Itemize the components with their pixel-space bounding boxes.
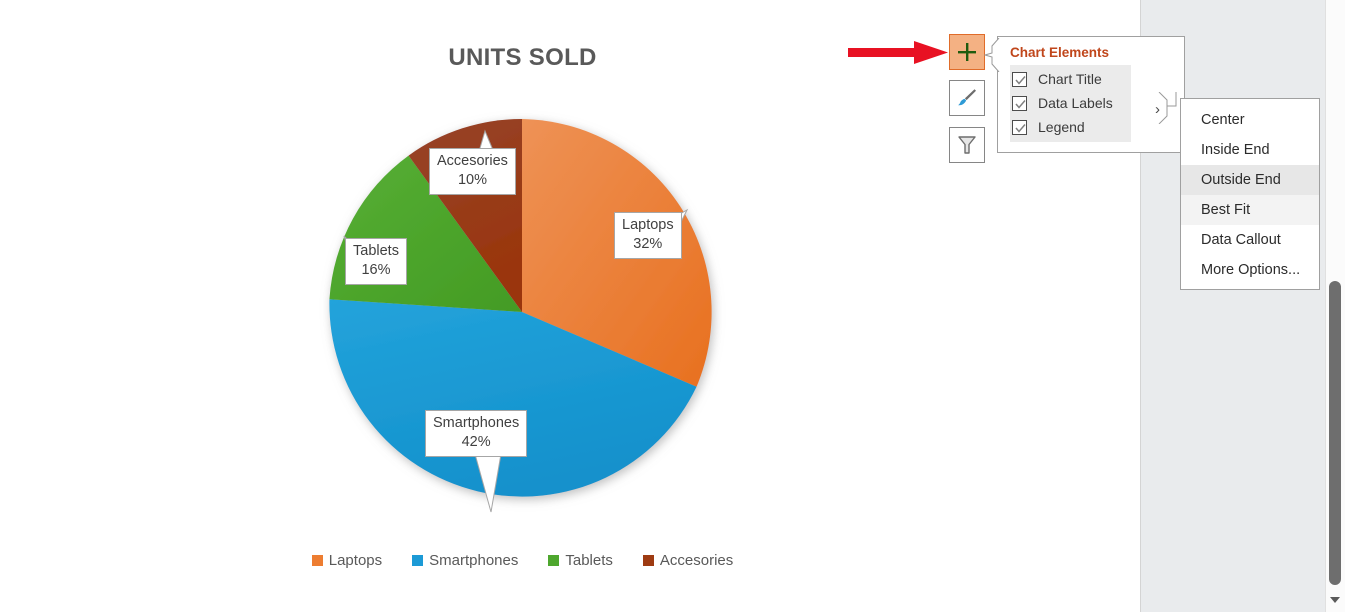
- checkbox-chart-title[interactable]: [1012, 71, 1027, 87]
- data-label-smartphones[interactable]: Smartphones 42%: [425, 410, 528, 458]
- panel-connector-notch: [984, 38, 1000, 72]
- chart-filters-button[interactable]: [949, 127, 985, 163]
- chart-elements-list[interactable]: Chart Title Data Labels Legend: [1010, 65, 1131, 142]
- chart-elements-item-chart-title[interactable]: Chart Title: [1010, 67, 1131, 91]
- chevron-down-icon: [1330, 597, 1340, 603]
- legend-swatch-tablets: [548, 555, 560, 566]
- checkmark-icon: [1015, 75, 1026, 85]
- plus-icon: [958, 43, 976, 61]
- paintbrush-icon: [958, 89, 976, 106]
- legend-item-smartphones[interactable]: Smartphones: [412, 552, 518, 569]
- submenu-item-more-options[interactable]: More Options...: [1181, 255, 1319, 285]
- legend-swatch-smartphones: [412, 555, 424, 566]
- scroll-down-button[interactable]: [1327, 592, 1343, 608]
- checkbox-legend[interactable]: [1012, 119, 1027, 135]
- submenu-item-best-fit[interactable]: Best Fit: [1181, 195, 1319, 225]
- legend-item-laptops[interactable]: Laptops: [311, 552, 382, 569]
- annotation-arrow-icon: [848, 41, 948, 64]
- submenu-item-data-callout[interactable]: Data Callout: [1181, 225, 1319, 255]
- data-label-accesories[interactable]: Accesories 10%: [429, 148, 516, 196]
- submenu-item-inside-end[interactable]: Inside End: [1181, 135, 1319, 165]
- data-label-tablets[interactable]: Tablets 16%: [345, 238, 407, 286]
- funnel-icon: [958, 136, 976, 154]
- chart-elements-panel[interactable]: Chart Elements Chart Title Data Labels L…: [997, 36, 1185, 153]
- submenu-item-outside-end[interactable]: Outside End: [1181, 165, 1319, 195]
- chart-elements-button[interactable]: [949, 34, 985, 70]
- checkmark-icon: [1015, 123, 1026, 133]
- vertical-scrollbar-thumb[interactable]: [1329, 281, 1341, 585]
- legend-item-accesories[interactable]: Accesories: [642, 552, 733, 569]
- submenu-item-center[interactable]: Center: [1181, 105, 1319, 135]
- data-label-laptops[interactable]: Laptops 32%: [614, 212, 682, 260]
- legend-item-tablets[interactable]: Tablets: [548, 552, 613, 569]
- chart-styles-button[interactable]: [949, 80, 985, 116]
- checkmark-icon: [1015, 99, 1026, 109]
- legend-swatch-laptops: [311, 555, 323, 566]
- chart-elements-item-legend[interactable]: Legend: [1010, 115, 1131, 139]
- legend-swatch-accesories: [642, 555, 654, 566]
- data-labels-submenu[interactable]: Center Inside End Outside End Best Fit D…: [1180, 98, 1320, 290]
- chart-elements-item-data-labels[interactable]: Data Labels: [1010, 91, 1131, 115]
- chart-elements-header: Chart Elements: [1010, 45, 1110, 60]
- chart-legend[interactable]: Laptops Smartphones Tablets Accesories: [0, 552, 1045, 569]
- checkbox-data-labels[interactable]: [1012, 95, 1027, 111]
